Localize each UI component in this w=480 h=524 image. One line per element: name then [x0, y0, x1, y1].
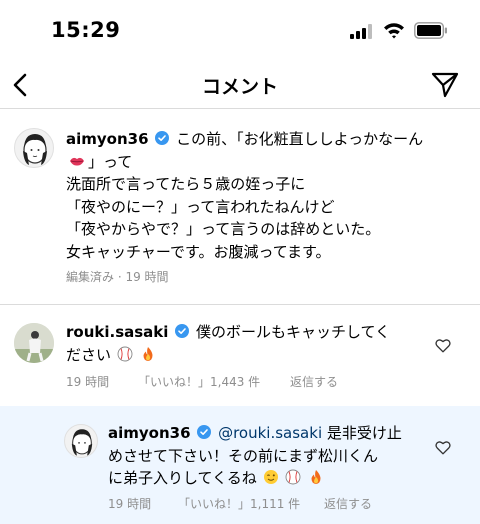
reply-meta: 19 時間 「いいね！」1,111 件 返信する: [108, 495, 448, 511]
comment-text: rouki.sasaki 僕のボールもキャッチしてく ださい: [66, 321, 426, 366]
post-caption: aimyon36 この前、「お化粧直ししよっかなーん 」って 洗面所で言ってたら…: [0, 110, 480, 304]
avatar-photo-icon: [14, 323, 54, 363]
caption-text: aimyon36 この前、「お化粧直ししよっかなーん 」って 洗面所で言ってたら…: [66, 128, 466, 263]
reply-text: aimyon36 @rouki.sasaki 是非受け止 めさせて下さい！その前…: [108, 422, 438, 490]
comment-line-1: 僕のボールもキャッチしてく: [195, 323, 391, 341]
winking-face-emoji-icon: [263, 470, 278, 484]
reply-time: 19 時間: [108, 497, 152, 511]
caption-username[interactable]: aimyon36: [66, 130, 149, 148]
caption-line-6: 女キャッチャーです。お腹減ってます。: [66, 242, 331, 261]
comment-time: 19 時間: [66, 375, 110, 389]
avatar[interactable]: [14, 323, 54, 363]
caption-meta: 編集済み · 19 時間: [66, 270, 169, 284]
reply-username[interactable]: aimyon36: [108, 424, 191, 442]
reply-comment-item: aimyon36 @rouki.sasaki 是非受け止 めさせて下さい！その前…: [0, 406, 480, 524]
lips-emoji-icon: [70, 157, 84, 166]
mention-link[interactable]: @rouki.sasaki: [218, 424, 322, 442]
header: コメント: [0, 62, 480, 108]
reply-button[interactable]: 返信する: [290, 373, 338, 390]
send-icon[interactable]: [430, 71, 460, 99]
like-count[interactable]: 「いいね！」1,443 件: [138, 373, 260, 390]
avatar[interactable]: [14, 128, 54, 168]
reply-line-3: に弟子入りしてくるね: [108, 469, 257, 487]
comment-username[interactable]: rouki.sasaki: [66, 323, 168, 341]
baseball-emoji-icon: [285, 469, 301, 485]
caption-line-2: 」って: [88, 152, 133, 171]
battery-icon: [414, 22, 447, 39]
status-time: 15:29: [51, 18, 121, 42]
reply-line-1: 是非受け止: [326, 424, 402, 442]
avatar[interactable]: [64, 424, 98, 458]
like-heart-icon[interactable]: [435, 440, 451, 455]
caption-line-1: この前、「お化粧直ししよっかなーん: [176, 130, 424, 148]
fire-emoji-icon: [311, 470, 321, 484]
reply-button[interactable]: 返信する: [324, 495, 372, 512]
baseball-emoji-icon: [117, 346, 133, 361]
status-bar: 15:29: [0, 0, 480, 62]
wifi-icon: [384, 23, 404, 39]
fire-emoji-icon: [143, 346, 153, 361]
page-title: コメント: [201, 76, 278, 98]
avatar-illustration-icon: [23, 134, 47, 165]
comment-item: rouki.sasaki 僕のボールもキャッチしてく ださい 19 時間 「いい…: [0, 305, 480, 405]
avatar-illustration-icon: [71, 429, 93, 456]
caption-line-4: 「夜やのにー？」って言われたねんけど: [66, 197, 335, 216]
caption-line-3: 洗面所で言ってたら５歳の姪っ子に: [66, 175, 306, 193]
verified-badge-icon: [197, 425, 212, 439]
cellular-signal-icon: [350, 24, 374, 39]
reply-line-2: めさせて下さい！その前にまず松川くん: [108, 446, 379, 465]
comment-line-2: ださい: [66, 345, 112, 364]
verified-badge-icon: [155, 131, 170, 145]
verified-badge-icon: [175, 324, 190, 338]
caption-line-5: 「夜やからやで？」って言うのは辞めといた。: [66, 220, 381, 238]
like-heart-icon[interactable]: [435, 338, 451, 353]
comment-meta: 19 時間 「いいね！」1,443 件 返信する: [66, 373, 466, 389]
header-divider: [0, 108, 480, 109]
like-count[interactable]: 「いいね！」1,111 件: [178, 495, 300, 512]
